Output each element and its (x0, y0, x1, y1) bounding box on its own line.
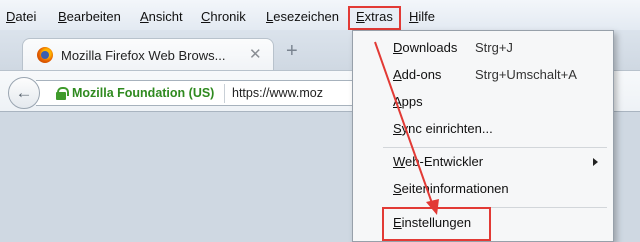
tab-firefox[interactable]: Mozilla Firefox Web Brows... ✕ (22, 38, 274, 72)
menu-datei[interactable]: Datei (6, 8, 36, 26)
menu-bar: Datei Bearbeiten Ansicht Chronik Lesezei… (0, 0, 640, 30)
url-text[interactable]: https://www.moz (232, 86, 323, 100)
menu-item-shortcut: Strg+Umschalt+A (475, 67, 577, 82)
menu-item-label: Web-Entwickler (393, 154, 484, 169)
tab-title: Mozilla Firefox Web Brows... (61, 48, 226, 63)
menu-ansicht[interactable]: Ansicht (140, 8, 183, 26)
close-icon[interactable]: ✕ (249, 45, 262, 63)
menu-chronik[interactable]: Chronik (201, 8, 246, 26)
url-separator (224, 84, 225, 103)
menu-lesezeichen[interactable]: Lesezeichen (266, 8, 339, 26)
menu-item-sync[interactable]: Sync einrichten... (353, 116, 613, 142)
site-identity[interactable]: Mozilla Foundation (US) (72, 86, 214, 100)
menu-item-label: Downloads (393, 40, 458, 55)
url-bar[interactable]: Mozilla Foundation (US) https://www.moz (36, 80, 366, 106)
settings-highlight-box (382, 207, 491, 241)
submenu-arrow-icon (593, 158, 598, 166)
back-arrow-icon: ← (15, 83, 33, 102)
menu-item-label: Add-ons (393, 67, 442, 82)
menu-separator (383, 147, 607, 148)
menu-item-addons[interactable]: Add-ons Strg+Umschalt+A (353, 62, 613, 88)
menu-hilfe[interactable]: Hilfe (409, 8, 435, 26)
lock-icon (56, 87, 69, 100)
menu-item-downloads[interactable]: Downloads Strg+J (353, 35, 613, 61)
menu-item-web-developer[interactable]: Web-Entwickler (353, 149, 613, 175)
menu-item-shortcut: Strg+J (475, 40, 513, 55)
back-button[interactable]: ← (8, 77, 40, 109)
menu-item-page-info[interactable]: Seiteninformationen (353, 176, 613, 202)
menu-extras[interactable]: Extras (356, 8, 393, 26)
menu-bearbeiten[interactable]: Bearbeiten (58, 8, 121, 26)
menu-item-label: Apps (393, 94, 423, 109)
new-tab-button[interactable]: + (286, 40, 298, 63)
menu-item-label: Seiteninformationen (393, 181, 509, 196)
menu-item-apps[interactable]: Apps (353, 89, 613, 115)
firefox-icon (37, 47, 53, 63)
menu-item-label: Sync einrichten... (393, 121, 493, 136)
